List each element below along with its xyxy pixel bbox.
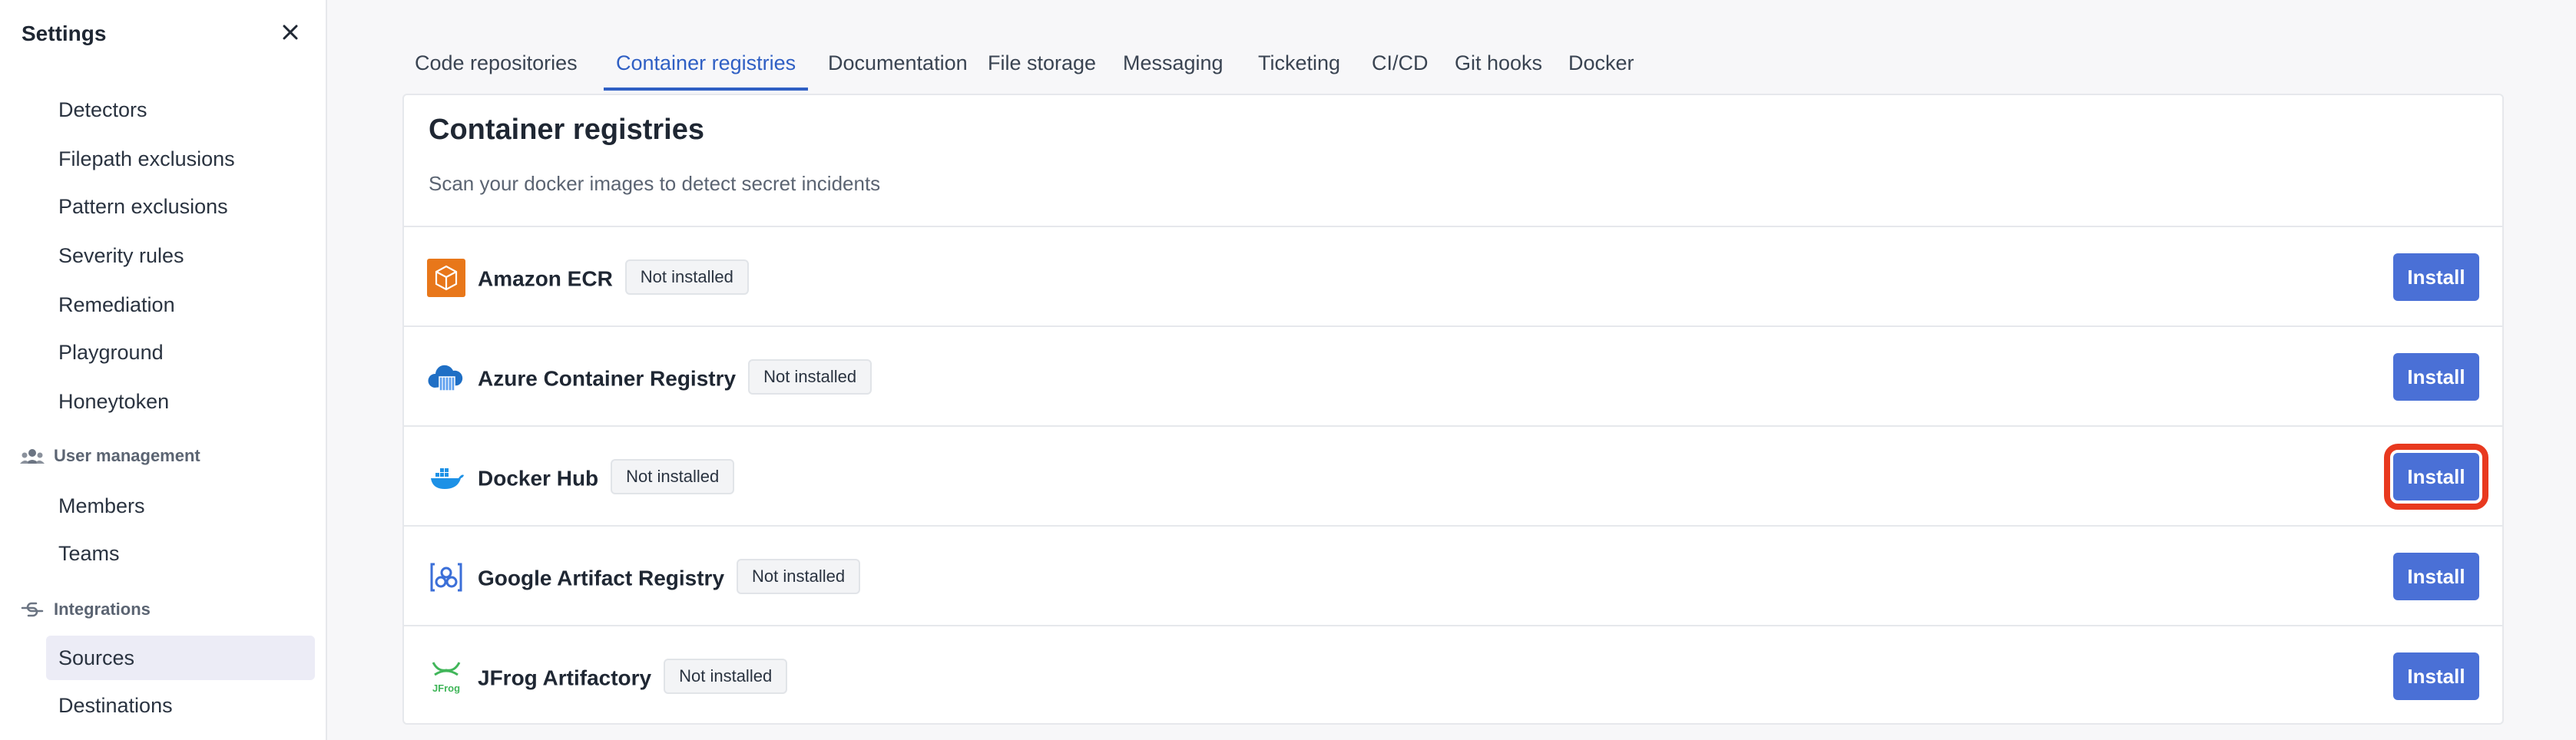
sidebar-item-destinations[interactable]: Destinations	[46, 683, 315, 728]
tab-ci-cd[interactable]: CI/CD	[1359, 40, 1441, 91]
install-button-jfrog-artifactory[interactable]: Install	[2393, 652, 2479, 700]
section-integrations-label: Integrations	[54, 600, 151, 619]
sidebar-item-pattern-exclusions[interactable]: Pattern exclusions	[46, 184, 315, 229]
install-button-google-artifact-registry[interactable]: Install	[2393, 553, 2479, 600]
sidebar-item-detectors[interactable]: Detectors	[46, 88, 315, 132]
tab-git-hooks[interactable]: Git hooks	[1442, 40, 1555, 91]
users-icon	[20, 441, 45, 471]
integration-row-docker-hub: Docker Hub Not installed Install	[404, 425, 2502, 525]
sidebar-item-honeytoken[interactable]: Honeytoken	[46, 379, 315, 424]
page-title: Container registries	[429, 114, 704, 146]
integration-row-amazon-ecr: Amazon ECR Not installed Install	[404, 226, 2502, 325]
tab-container-registries[interactable]: Container registries	[604, 40, 809, 91]
integration-name: Amazon ECR	[478, 266, 613, 291]
integration-name: Google Artifact Registry	[478, 566, 725, 590]
integrations-icon	[20, 594, 45, 625]
section-user-management: User management	[20, 441, 200, 471]
svg-text:JFrog: JFrog	[432, 682, 460, 694]
tab-file-storage[interactable]: File storage	[975, 40, 1108, 91]
status-badge: Not installed	[748, 359, 872, 395]
sidebar-item-filepath-exclusions[interactable]: Filepath exclusions	[46, 137, 315, 181]
integration-row-google-artifact-registry: Google Artifact Registry Not installed In…	[404, 525, 2502, 625]
google-artifact-registry-icon	[427, 558, 465, 596]
sidebar-item-sources[interactable]: Sources	[46, 636, 315, 680]
sidebar-item-severity-rules[interactable]: Severity rules	[46, 233, 315, 278]
tab-code-repositories[interactable]: Code repositories	[402, 40, 590, 91]
page-subtitle: Scan your docker images to detect secret…	[429, 172, 881, 195]
azure-container-registry-icon	[427, 358, 465, 397]
status-badge: Not installed	[737, 559, 861, 594]
jfrog-artifactory-icon: JFrog	[427, 658, 465, 696]
install-button-amazon-ecr[interactable]: Install	[2393, 253, 2479, 301]
integration-name: JFrog Artifactory	[478, 666, 652, 690]
container-registries-panel: Container registries Scan your docker im…	[402, 94, 2504, 725]
integration-row-jfrog-artifactory: JFrog JFrog Artifactory Not installed Ins…	[404, 625, 2502, 725]
docker-hub-icon	[427, 458, 465, 497]
status-badge: Not installed	[664, 659, 788, 694]
section-integrations: Integrations	[20, 594, 151, 625]
install-button-docker-hub[interactable]: Install	[2384, 444, 2488, 510]
sidebar-header: Settings	[22, 21, 304, 68]
sidebar-item-members[interactable]: Members	[46, 484, 315, 528]
sidebar-item-playground[interactable]: Playground	[46, 330, 315, 375]
install-button-azure-container-registry[interactable]: Install	[2393, 353, 2479, 401]
sidebar-item-remediation[interactable]: Remediation	[46, 282, 315, 327]
sidebar-item-teams[interactable]: Teams	[46, 531, 315, 576]
amazon-ecr-icon	[427, 259, 465, 297]
tab-docker[interactable]: Docker	[1556, 40, 1647, 91]
settings-sidebar: Settings Detectors Filepath exclusions P…	[0, 0, 327, 740]
status-badge: Not installed	[624, 259, 749, 295]
status-badge: Not installed	[611, 459, 735, 494]
close-icon[interactable]	[276, 18, 304, 46]
sidebar-title: Settings	[22, 21, 107, 45]
tab-documentation[interactable]: Documentation	[816, 40, 980, 91]
section-user-management-label: User management	[54, 446, 200, 465]
tab-ticketing[interactable]: Ticketing	[1246, 40, 1353, 91]
integration-row-azure-container-registry: Azure Container Registry Not installed In…	[404, 325, 2502, 425]
tab-messaging[interactable]: Messaging	[1111, 40, 1236, 91]
integration-name: Docker Hub	[478, 466, 599, 491]
integration-name: Azure Container Registry	[478, 366, 737, 391]
